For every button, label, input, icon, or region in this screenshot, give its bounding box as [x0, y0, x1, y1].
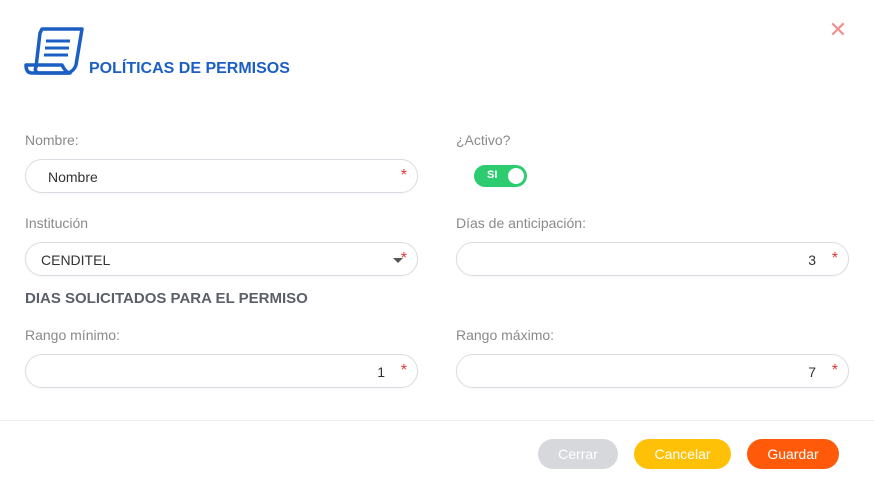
required-icon: *	[831, 362, 838, 379]
required-icon: *	[831, 250, 838, 267]
rango-maximo-label: Rango máximo:	[456, 327, 555, 343]
rango-maximo-value: 7	[808, 364, 816, 380]
dias-anticipacion-value: 3	[808, 252, 816, 268]
institucion-label: Institución	[25, 215, 89, 231]
institucion-value: CENDITEL	[41, 252, 111, 268]
nombre-input[interactable]: Nombre *	[25, 159, 418, 193]
nombre-label: Nombre:	[25, 132, 79, 148]
toggle-knob	[508, 168, 524, 184]
required-icon: *	[400, 362, 407, 379]
rango-minimo-value: 1	[377, 364, 385, 380]
page-title: POLÍTICAS DE PERMISOS	[89, 60, 290, 77]
toggle-text: SI	[487, 169, 498, 181]
dias-anticipacion-input[interactable]: 3 *	[456, 242, 849, 276]
required-icon: *	[400, 250, 407, 267]
rango-minimo-label: Rango mínimo:	[25, 327, 120, 343]
activo-toggle[interactable]: SI	[474, 165, 527, 187]
activo-label: ¿Activo?	[456, 132, 511, 148]
dias-anticipacion-label: Días de anticipación:	[456, 215, 586, 231]
rango-minimo-input[interactable]: 1 *	[25, 354, 418, 388]
nombre-value: Nombre	[48, 169, 98, 185]
cancelar-button[interactable]: Cancelar	[634, 439, 731, 469]
institucion-select[interactable]: CENDITEL *	[25, 242, 418, 276]
cerrar-button[interactable]: Cerrar	[538, 439, 618, 469]
footer-divider	[0, 420, 874, 421]
guardar-button[interactable]: Guardar	[747, 439, 839, 469]
document-icon	[24, 27, 86, 81]
close-icon[interactable]: ✕	[828, 20, 848, 42]
required-icon: *	[400, 167, 407, 184]
section-title: DIAS SOLICITADOS PARA EL PERMISO	[25, 290, 308, 307]
rango-maximo-input[interactable]: 7 *	[456, 354, 849, 388]
